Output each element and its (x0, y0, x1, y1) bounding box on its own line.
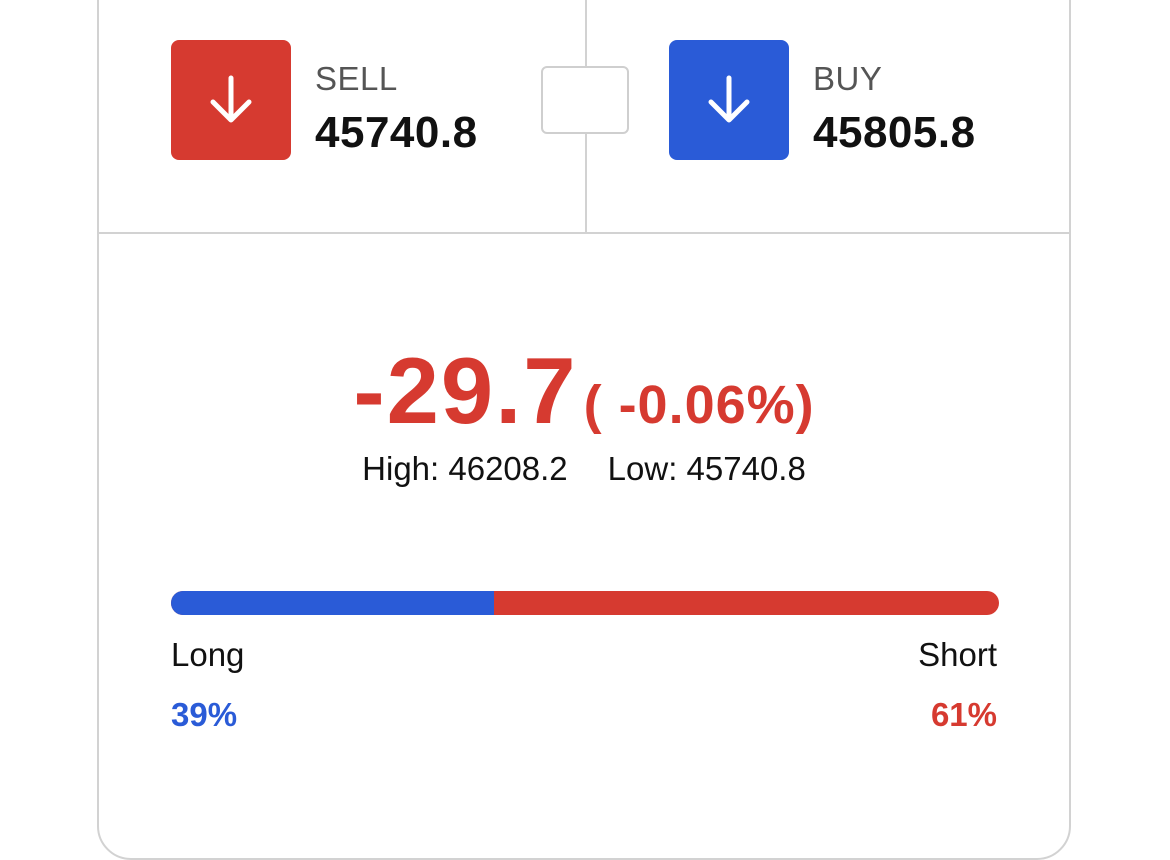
high-value: High: 46208.2 (362, 450, 568, 487)
arrow-down-icon (203, 72, 259, 128)
sell-button[interactable] (171, 40, 291, 160)
buy-label: BUY (813, 60, 883, 97)
long-percent: 39% (171, 696, 238, 733)
sentiment-bar (171, 591, 999, 615)
change-percent: ( -0.06%) (583, 375, 815, 435)
high-low-range: High: 46208.2 Low: 45740.8 (99, 450, 1069, 488)
price-change: -29.7( -0.06%) (99, 337, 1069, 445)
short-percent: 61% (930, 696, 997, 733)
short-label: Short (918, 636, 997, 673)
sentiment-long-fill (171, 591, 494, 615)
long-label: Long (171, 636, 245, 673)
change-value: -29.7 (353, 338, 578, 443)
instrument-card: SELL 45740.8 BUY 45805.8 -29.7( -0.06%) … (97, 0, 1071, 860)
arrow-down-icon (701, 72, 757, 128)
buy-price: 45805.8 (813, 108, 976, 157)
buy-button[interactable] (669, 40, 789, 160)
sell-price: 45740.8 (315, 108, 478, 157)
spread-box (541, 66, 629, 134)
trade-buttons-row: SELL 45740.8 BUY 45805.8 (99, 0, 1069, 234)
low-value: Low: 45740.8 (607, 450, 806, 487)
sell-label: SELL (315, 60, 398, 97)
